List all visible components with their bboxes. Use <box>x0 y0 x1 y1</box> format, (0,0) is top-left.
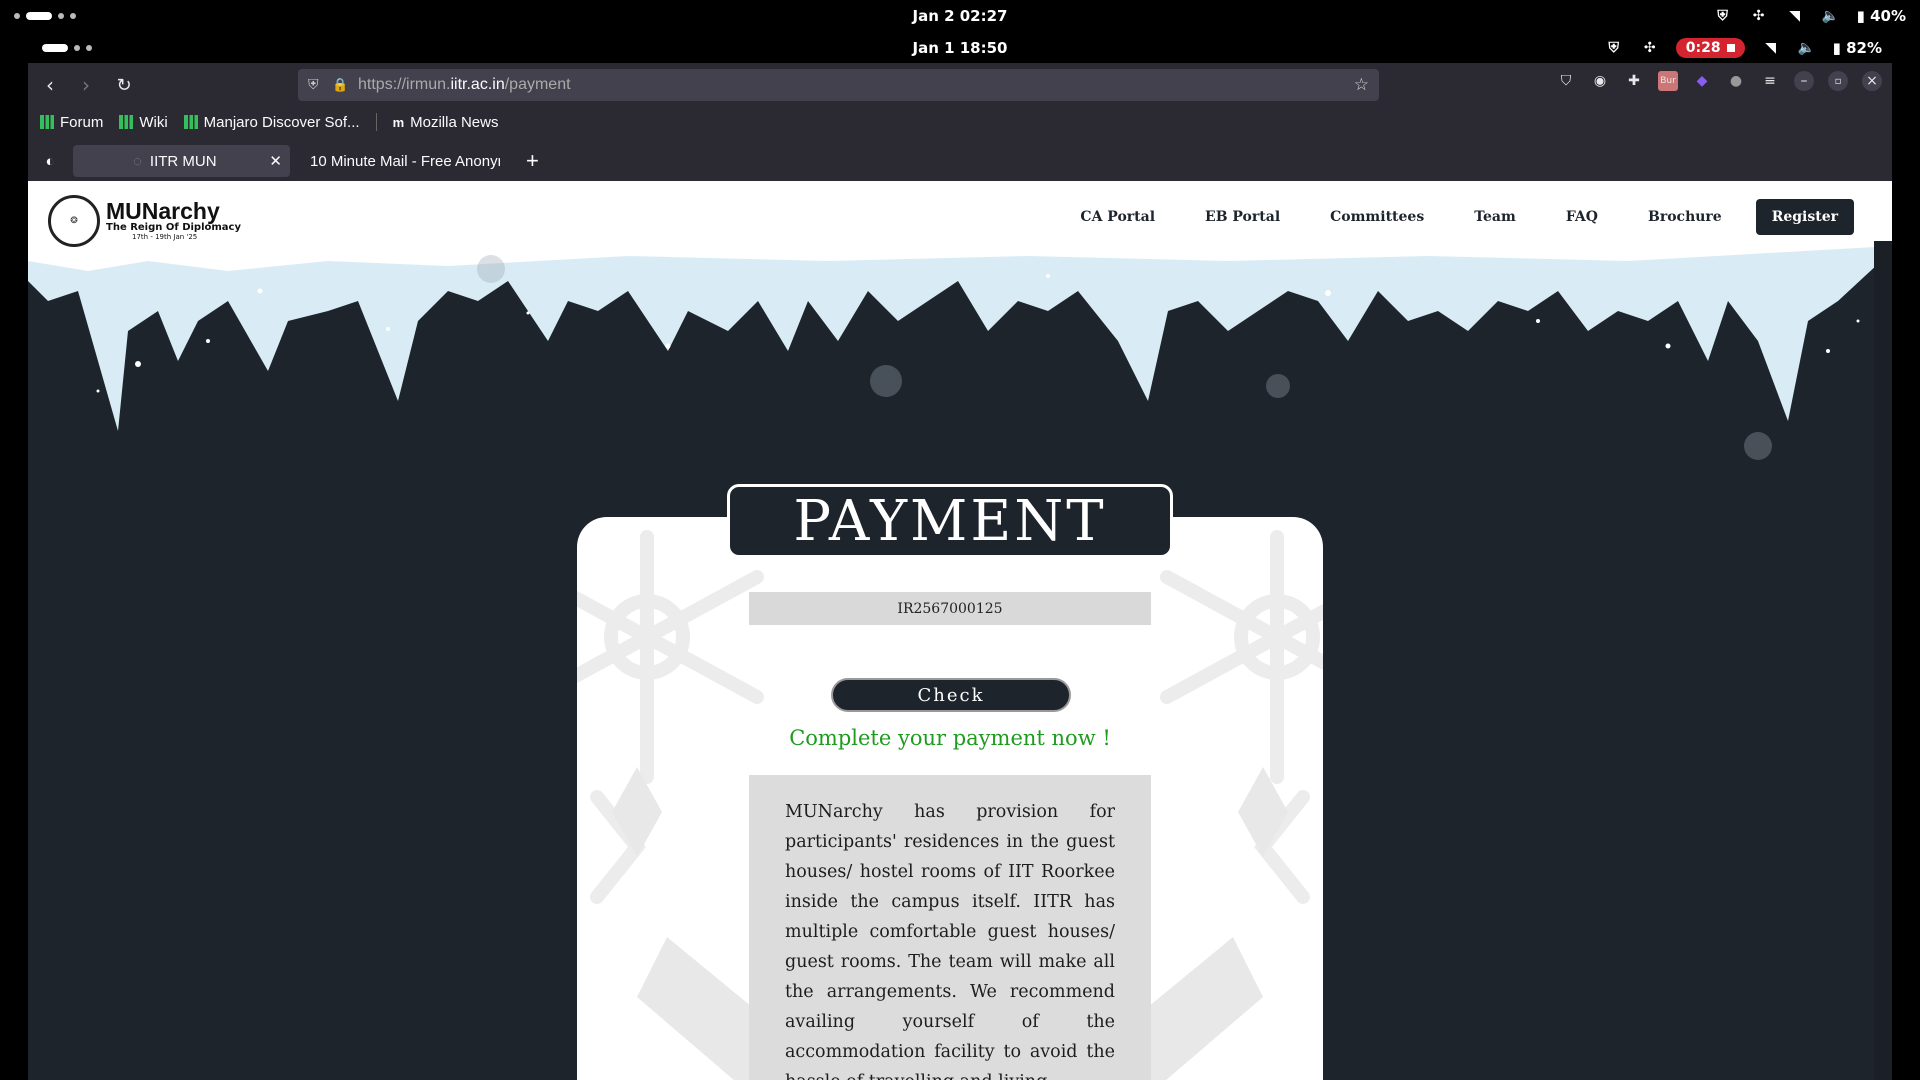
inner-volume-icon[interactable]: 🔈 <box>1797 38 1817 58</box>
system-clock[interactable]: Jan 2 02:27 <box>0 7 1920 25</box>
firefox-view-icon[interactable]: ◐ <box>36 145 64 177</box>
extension-purple-icon[interactable]: ◆ <box>1692 71 1712 91</box>
volume-icon[interactable]: 🔈 <box>1821 6 1841 26</box>
main-navigation: CA Portal EB Portal Committees Team FAQ … <box>1030 199 1854 235</box>
inner-shield-icon[interactable]: ⛨ <box>1604 38 1624 58</box>
bookmark-forum[interactable]: Forum <box>40 114 103 131</box>
tab-label: 10 Minute Mail - Free Anonyr <box>310 152 500 170</box>
inner-status-bar: Jan 1 18:50 ⛨ ✣ 0:28 ◥ 🔈 ▮ 82% <box>0 32 1920 64</box>
logo-dates: 17th - 19th Jan '25 <box>132 233 198 241</box>
bookmark-mozilla-news[interactable]: m Mozilla News <box>393 114 499 131</box>
logo-name: MUNarchy <box>106 198 220 224</box>
tab-iitr-mun[interactable]: ◌ IITR MUN ✕ <box>73 145 290 177</box>
menu-icon[interactable]: ≡ <box>1760 71 1780 91</box>
nav-committees[interactable]: Committees <box>1330 209 1424 225</box>
wifi-icon[interactable]: ◥ <box>1785 6 1805 26</box>
maximize-button[interactable]: ▫ <box>1828 71 1848 91</box>
reload-button[interactable]: ↻ <box>110 71 138 99</box>
bookmark-separator <box>375 113 377 131</box>
url-text[interactable]: https://irmun.iitr.ac.in/payment <box>358 76 571 94</box>
check-button[interactable]: Check <box>831 678 1071 712</box>
accommodation-info-text: MUNarchy has provision for participants'… <box>785 802 1115 1080</box>
transaction-id-field[interactable]: IR2567000125 <box>749 592 1151 625</box>
inner-slack-icon[interactable]: ✣ <box>1640 38 1660 58</box>
inner-battery-level[interactable]: ▮ 82% <box>1833 39 1882 57</box>
extension-grey-icon[interactable]: ● <box>1726 71 1746 91</box>
payment-status-message: Complete your payment now ! <box>789 726 1111 750</box>
stop-recording-icon[interactable] <box>1726 44 1735 52</box>
web-page: ❂ MUNarchy The Reign Of Diplomacy 17th -… <box>28 181 1892 1080</box>
back-button[interactable]: ‹ <box>36 71 64 99</box>
manjaro-icon <box>183 115 198 129</box>
nav-ca-portal[interactable]: CA Portal <box>1080 209 1155 225</box>
bookmark-star-icon[interactable]: ☆ <box>1354 75 1369 95</box>
screen-recording-indicator[interactable]: 0:28 <box>1675 38 1745 58</box>
shield-icon[interactable]: ⛨ <box>1713 6 1733 26</box>
bookmark-wiki[interactable]: Wiki <box>119 114 168 131</box>
register-button[interactable]: Register <box>1755 199 1854 235</box>
seal-icon: ❂ <box>48 195 100 247</box>
extension-badge[interactable]: Bur <box>1658 71 1678 91</box>
logo-tagline: The Reign Of Diplomacy <box>106 222 242 233</box>
nav-team[interactable]: Team <box>1474 209 1516 225</box>
battery-level[interactable]: ▮ 40% <box>1857 7 1906 25</box>
nav-brochure[interactable]: Brochure <box>1648 209 1722 225</box>
manjaro-icon <box>119 115 134 129</box>
tracking-protection-icon[interactable]: ⛨ <box>308 77 319 93</box>
system-status-bar: Jan 2 02:27 ⛨ ✣ ◥ 🔈 ▮ 40% <box>0 0 1920 32</box>
minimize-button[interactable]: – <box>1794 71 1814 91</box>
lock-icon[interactable]: 🔒 <box>332 78 348 93</box>
pocket-icon[interactable]: ⛉ <box>1556 71 1576 91</box>
page-scrollbar[interactable] <box>1874 241 1892 1080</box>
site-header: ❂ MUNarchy The Reign Of Diplomacy 17th -… <box>28 181 1892 247</box>
address-bar[interactable]: ⛨ 🔒 https://irmun.iitr.ac.in/payment ☆ <box>298 69 1379 101</box>
new-tab-button[interactable]: + <box>526 145 539 177</box>
slack-icon[interactable]: ✣ <box>1749 6 1769 26</box>
accommodation-info-box: MUNarchy has provision for participants'… <box>749 775 1151 1080</box>
navigation-toolbar: ‹ › ↻ ⛨ 🔒 https://irmun.iitr.ac.in/payme… <box>28 63 1892 107</box>
inner-wifi-icon[interactable]: ◥ <box>1761 38 1781 58</box>
close-window-button[interactable]: × <box>1862 71 1882 91</box>
tab-strip: ◐ ◌ IITR MUN ✕ 10 Minute Mail - Free Ano… <box>28 141 1892 181</box>
close-tab-icon[interactable]: ✕ <box>269 152 282 170</box>
manjaro-icon <box>40 115 54 129</box>
browser-window: ‹ › ↻ ⛨ 🔒 https://irmun.iitr.ac.in/payme… <box>28 63 1892 1080</box>
payment-title: PAYMENT <box>727 484 1173 558</box>
nav-eb-portal[interactable]: EB Portal <box>1205 209 1280 225</box>
forward-button[interactable]: › <box>72 71 100 99</box>
tab-label: IITR MUN <box>149 152 217 170</box>
bookmark-manjaro-discover[interactable]: Manjaro Discover Sof... <box>183 114 360 131</box>
tab-10-minute-mail[interactable]: 10 Minute Mail - Free Anonyr <box>310 145 500 177</box>
loading-icon: ◌ <box>133 152 142 170</box>
mozilla-icon: m <box>392 114 405 130</box>
extensions-icon[interactable]: ✚ <box>1624 71 1644 91</box>
bookmarks-toolbar: Forum Wiki Manjaro Discover Sof... m Mozi… <box>28 107 1904 137</box>
account-icon[interactable]: ◉ <box>1590 71 1610 91</box>
munarchy-logo[interactable]: ❂ MUNarchy The Reign Of Diplomacy 17th -… <box>48 195 241 247</box>
nav-faq[interactable]: FAQ <box>1566 209 1598 225</box>
